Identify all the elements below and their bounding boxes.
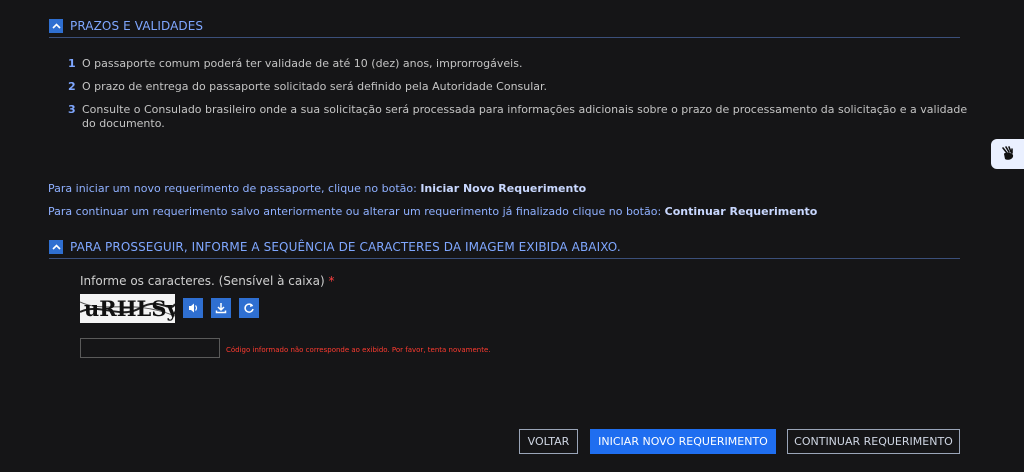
captcha-label-text: Informe os caracteres. (Sensível à caixa…: [80, 274, 325, 288]
info-iniciar-link: Iniciar Novo Requerimento: [420, 182, 587, 195]
prazos-title: PRAZOS E VALIDADES: [70, 19, 204, 33]
list-number: 1: [68, 57, 76, 70]
info-iniciar-text: Para iniciar um novo requerimento de pas…: [48, 182, 421, 195]
continuar-requerimento-button[interactable]: CONTINUAR REQUERIMENTO: [787, 429, 960, 454]
iniciar-novo-requerimento-button[interactable]: INICIAR NOVO REQUERIMENTO: [590, 429, 776, 454]
list-number: 3: [68, 103, 76, 116]
collapse-captcha-button[interactable]: [49, 240, 63, 254]
prazos-section-header: PRAZOS E VALIDADES: [49, 15, 960, 38]
collapse-prazos-button[interactable]: [49, 19, 63, 33]
info-line-iniciar: Para iniciar um novo requerimento de pas…: [48, 182, 586, 195]
captcha-error-message: Código informado não corresponde ao exib…: [226, 346, 491, 354]
prazos-list: 1 O passaporte comum poderá ter validade…: [68, 57, 968, 140]
captcha-graphic: uRHLSy: [80, 294, 175, 323]
voltar-button[interactable]: VOLTAR: [519, 429, 578, 454]
captcha-image: uRHLSy: [80, 294, 175, 323]
sign-language-icon: [1001, 146, 1013, 160]
list-number: 2: [68, 80, 76, 93]
required-mark: *: [328, 274, 335, 288]
captcha-label: Informe os caracteres. (Sensível à caixa…: [80, 274, 335, 288]
captcha-input[interactable]: [80, 338, 220, 358]
list-text: Consulte o Consulado brasileiro onde a s…: [82, 103, 968, 130]
refresh-captcha-button[interactable]: [239, 298, 259, 318]
captcha-section-title: PARA PROSSEGUIR, INFORME A SEQUÊNCIA DE …: [70, 240, 621, 254]
audio-icon: [189, 303, 198, 313]
list-text: O prazo de entrega do passaporte solicit…: [82, 80, 548, 93]
download-captcha-button[interactable]: [211, 298, 231, 318]
chevron-up-icon: [51, 23, 61, 29]
captcha-section-header: PARA PROSSEGUIR, INFORME A SEQUÊNCIA DE …: [49, 236, 960, 259]
chevron-up-icon: [51, 244, 61, 250]
accessibility-widget-button[interactable]: [991, 139, 1024, 169]
list-item: 3 Consulte o Consulado brasileiro onde a…: [68, 103, 968, 131]
list-item: 1 O passaporte comum poderá ter validade…: [68, 57, 968, 71]
refresh-icon: [244, 303, 254, 313]
info-continuar-text: Para continuar um requerimento salvo ant…: [48, 205, 665, 218]
info-line-continuar: Para continuar um requerimento salvo ant…: [48, 205, 817, 218]
list-text: O passaporte comum poderá ter validade d…: [82, 57, 523, 70]
download-icon: [215, 303, 227, 314]
audio-captcha-button[interactable]: [183, 298, 203, 318]
list-item: 2 O prazo de entrega do passaporte solic…: [68, 80, 968, 94]
info-continuar-link: Continuar Requerimento: [664, 205, 818, 218]
captcha-text: uRHLSy: [84, 296, 175, 321]
